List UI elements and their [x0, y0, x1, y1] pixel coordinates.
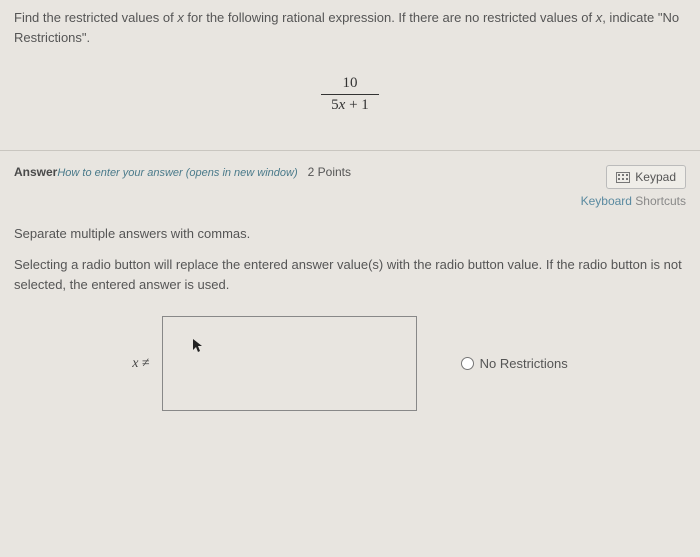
answer-input[interactable] — [162, 316, 417, 411]
keypad-icon — [616, 172, 630, 183]
denominator: 5x + 1 — [321, 94, 379, 114]
points-label: 2 Points — [308, 165, 351, 179]
howto-link[interactable]: How to enter your answer (opens in new w… — [57, 167, 297, 179]
x-not-equal-label: x ≠ — [132, 356, 151, 372]
radio-instruction: Selecting a radio button will replace th… — [14, 255, 686, 294]
rational-expression: 10 5x + 1 — [14, 75, 686, 114]
question-text: Find the restricted values of x for the … — [14, 8, 686, 47]
separate-instruction: Separate multiple answers with commas. — [14, 226, 686, 241]
numerator: 10 — [321, 75, 379, 94]
answer-header: AnswerHow to enter your answer (opens in… — [14, 165, 351, 179]
keypad-button[interactable]: Keypad — [606, 165, 686, 189]
keyboard-shortcuts-link[interactable]: Keyboard Shortcuts — [581, 194, 686, 208]
no-restrictions-radio[interactable] — [461, 357, 474, 370]
no-restrictions-option[interactable]: No Restrictions — [461, 356, 568, 371]
